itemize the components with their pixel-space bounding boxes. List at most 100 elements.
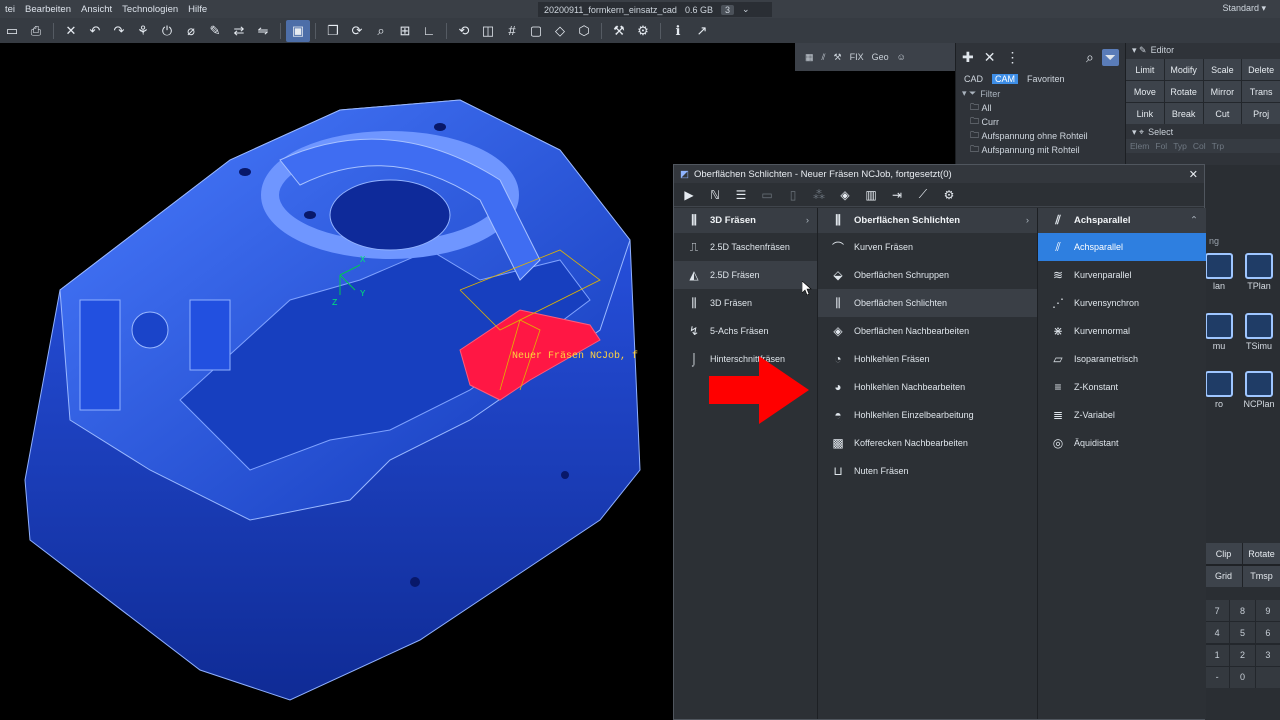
- category-item-3d-fraesen[interactable]: ⫼ 3D Fräsen: [674, 289, 817, 317]
- filter-icon[interactable]: ⏷: [1101, 48, 1119, 66]
- operation-item-oberflaechen-nachbearbeiten[interactable]: ◈ Oberflächen Nachbearbeiten: [818, 317, 1037, 345]
- rotate-button[interactable]: Rotate: [1164, 81, 1203, 102]
- numpad-key[interactable]: 4: [1205, 622, 1230, 644]
- trans-button[interactable]: Trans: [1242, 81, 1280, 102]
- numpad-key[interactable]: 5: [1230, 622, 1255, 644]
- numpad-key[interactable]: 7: [1205, 600, 1230, 621]
- document-tab[interactable]: 20200911_formkern_einsatz_cad 0.6 GB 3 ⌄: [538, 2, 772, 17]
- numpad-key[interactable]: 6: [1255, 622, 1280, 644]
- tsimu-button[interactable]: TSimu: [1239, 313, 1279, 351]
- measure-icon[interactable]: ⌀: [179, 20, 203, 42]
- rotate-view-button[interactable]: Rotate: [1243, 543, 1280, 564]
- numpad-key[interactable]: 3: [1255, 644, 1280, 666]
- view-2d-icon[interactable]: ◫: [476, 20, 500, 42]
- print-icon[interactable]: ⎙: [24, 20, 48, 42]
- chevron-up-icon[interactable]: ⌃: [1190, 215, 1198, 226]
- menu-technologien[interactable]: Technologien: [117, 4, 183, 15]
- operation-item-hohlkehlen-fraesen[interactable]: ◔ Hohlkehlen Fräsen: [818, 345, 1037, 373]
- operation-item-kofferecken-nachbearbeiten[interactable]: ▩ Kofferecken Nachbearbeiten: [818, 429, 1037, 457]
- info-icon[interactable]: ℹ: [666, 20, 690, 42]
- axis-icon[interactable]: ∟: [417, 20, 441, 42]
- operation-item-oberflaechen-schruppen[interactable]: ⬙ Oberflächen Schruppen: [818, 261, 1037, 289]
- transform-icon[interactable]: ⇄: [227, 20, 251, 42]
- mode-select[interactable]: Standard ▾: [1222, 3, 1266, 14]
- proj-button[interactable]: Proj: [1242, 103, 1280, 124]
- numpad-key[interactable]: 9: [1255, 600, 1280, 621]
- select-col-col[interactable]: Col: [1193, 141, 1206, 151]
- plane-icon[interactable]: ◇: [548, 20, 572, 42]
- category-item-25d-taschenfraesen[interactable]: ⎍ 2.5D Taschenfräsen: [674, 233, 817, 261]
- export-icon[interactable]: ⇥: [886, 185, 908, 205]
- cut-button[interactable]: Cut: [1203, 103, 1242, 124]
- strategy-item-z-variabel[interactable]: ≣ Z-Variabel: [1038, 401, 1206, 429]
- select-header[interactable]: ▾ ⌖ Select: [1126, 125, 1280, 139]
- save-icon[interactable]: ▭: [756, 185, 778, 205]
- tree-icon[interactable]: ⋮: [1005, 49, 1019, 66]
- add-icon[interactable]: ✚: [962, 49, 974, 66]
- select-col-typ[interactable]: Typ: [1173, 141, 1187, 151]
- menu-hilfe[interactable]: Hilfe: [183, 4, 212, 15]
- category-item-25d-fraesen[interactable]: ◭ 2.5D Fräsen: [674, 261, 817, 289]
- strategy-item-aequidistant[interactable]: ◎ Äquidistant: [1038, 429, 1206, 457]
- shade-mode-icon[interactable]: ▣: [286, 19, 310, 42]
- category-header[interactable]: ⫼ 3D Fräsen ›: [674, 208, 817, 233]
- tab-cad[interactable]: CAD: [961, 74, 986, 84]
- break-button[interactable]: Break: [1164, 103, 1203, 124]
- clip-button[interactable]: Clip: [1205, 543, 1242, 564]
- operation-item-hohlkehlen-einzelbearbeitung[interactable]: ◓ Hohlkehlen Einzelbearbeitung: [818, 401, 1037, 429]
- mirror-button[interactable]: Mirror: [1203, 81, 1242, 102]
- layer-icon[interactable]: ⚘: [131, 20, 155, 42]
- cluster-icon[interactable]: ⁂: [808, 185, 830, 205]
- strategy-item-kurvenparallel[interactable]: ≋ Kurvenparallel: [1038, 261, 1206, 289]
- strategy-item-achsparallel[interactable]: ⫽ Achsparallel: [1038, 233, 1206, 261]
- tab-favoriten[interactable]: Favoriten: [1024, 74, 1068, 84]
- filter-item-mit-rohteil[interactable]: 🗀 Aufspannung mit Rohteil: [956, 143, 1125, 157]
- ncplan-button[interactable]: NCPlan: [1239, 371, 1279, 409]
- operation-item-kurven-fraesen[interactable]: ⌒ Kurven Fräsen: [818, 233, 1037, 261]
- save-icon[interactable]: ▭: [0, 20, 24, 42]
- scale-button[interactable]: Scale: [1203, 59, 1242, 80]
- tab-cam[interactable]: CAM: [992, 73, 1019, 84]
- menu-bearbeiten[interactable]: Bearbeiten: [20, 4, 76, 15]
- chevron-down-icon[interactable]: ⌄: [742, 4, 750, 15]
- editor-header[interactable]: ▾ ✎ Editor: [1126, 43, 1280, 57]
- select-col-elem[interactable]: Elem: [1130, 141, 1149, 151]
- search-icon[interactable]: ⌕: [1086, 49, 1094, 66]
- stock-icon[interactable]: ◈: [834, 185, 856, 205]
- operation-item-hohlkehlen-nachbearbeiten[interactable]: ◕ Hohlkehlen Nachbearbeiten: [818, 373, 1037, 401]
- link-button[interactable]: Link: [1126, 103, 1164, 124]
- window-icon[interactable]: ❐: [321, 20, 345, 42]
- wrench-icon[interactable]: ⚒: [607, 20, 631, 42]
- undo-icon[interactable]: ↶: [83, 20, 107, 42]
- numpad-key[interactable]: 1: [1205, 644, 1230, 666]
- category-item-5-achs-fraesen[interactable]: ↯ 5-Achs Fräsen: [674, 317, 817, 345]
- geo-button[interactable]: Geo: [872, 52, 889, 62]
- text-abc-icon[interactable]: ✎: [203, 20, 227, 42]
- wand-icon[interactable]: ⟋: [912, 185, 934, 205]
- select-col-fol[interactable]: Fol: [1155, 141, 1167, 151]
- filter-item-ohne-rohteil[interactable]: 🗀 Aufspannung ohne Rohteil: [956, 129, 1125, 143]
- tplan-button[interactable]: TPlan: [1239, 253, 1279, 291]
- tool-icon[interactable]: ▯: [782, 185, 804, 205]
- hatch-icon[interactable]: ⫽: [822, 52, 826, 63]
- rotate-view-icon[interactable]: ⟲: [452, 20, 476, 42]
- numpad-key[interactable]: [1255, 666, 1280, 688]
- strategy-item-kurvensynchron[interactable]: ⋰ Kurvensynchron: [1038, 289, 1206, 317]
- mirror-icon[interactable]: ⇋: [251, 20, 275, 42]
- menu-ansicht[interactable]: Ansicht: [76, 4, 117, 15]
- list-icon[interactable]: ☰: [730, 185, 752, 205]
- zoom-fit-icon[interactable]: ⊞: [393, 20, 417, 42]
- fix-button[interactable]: FIX: [850, 52, 864, 62]
- limit-button[interactable]: Limit: [1126, 59, 1164, 80]
- strategy-item-kurvennormal[interactable]: ⋇ Kurvennormal: [1038, 317, 1206, 345]
- select-col-trp[interactable]: Trp: [1212, 141, 1224, 151]
- wrench-icon[interactable]: ⚒: [834, 52, 842, 63]
- move-button[interactable]: Move: [1126, 81, 1164, 102]
- power-icon[interactable]: ⏻: [155, 20, 179, 42]
- filter-item-all[interactable]: 🗀 All: [956, 101, 1125, 115]
- modify-button[interactable]: Modify: [1164, 59, 1203, 80]
- numpad-key[interactable]: 8: [1230, 600, 1255, 621]
- refresh-icon[interactable]: ⟳: [345, 20, 369, 42]
- help-pointer-icon[interactable]: ↗: [690, 20, 714, 42]
- filter-item-curr[interactable]: 🗀 Curr: [956, 115, 1125, 129]
